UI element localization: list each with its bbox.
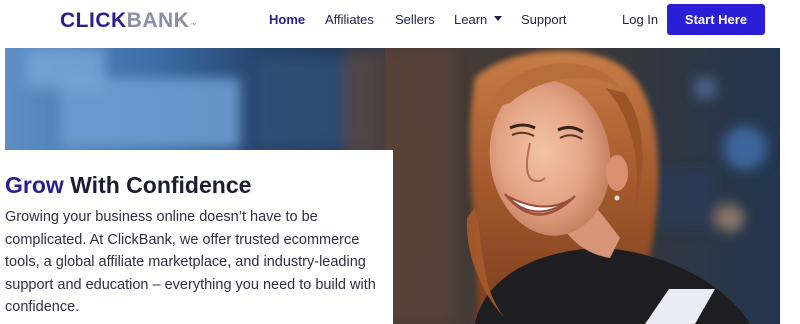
nav-item-support[interactable]: Support [521,12,567,27]
nav-item-sellers[interactable]: Sellers [395,12,435,27]
nav-item-home[interactable]: Home [269,12,305,27]
headline-emphasis: Grow [5,172,64,198]
hero-description: Growing your business online doesn’t hav… [5,209,376,315]
logo-text-click: CLICK [60,9,127,32]
logo-trademark: ™ [190,23,197,29]
hero-headline: Grow With Confidence [5,172,251,199]
headline-rest: With Confidence [63,172,252,198]
logo-text-bank: BANK [126,9,190,32]
clickbank-logo[interactable]: CLICK BANK ™ [60,9,197,32]
nav-item-learn[interactable]: Learn [454,12,503,27]
nav-item-learn-label: Learn [454,12,488,27]
nav-item-affiliates[interactable]: Affiliates [325,12,374,27]
top-navigation: CLICK BANK ™ Home Affiliates Sellers Learn… [0,0,800,44]
start-here-button[interactable]: Start Here [667,4,765,35]
chevron-down-icon [494,16,503,22]
login-link[interactable]: Log In [622,12,658,27]
